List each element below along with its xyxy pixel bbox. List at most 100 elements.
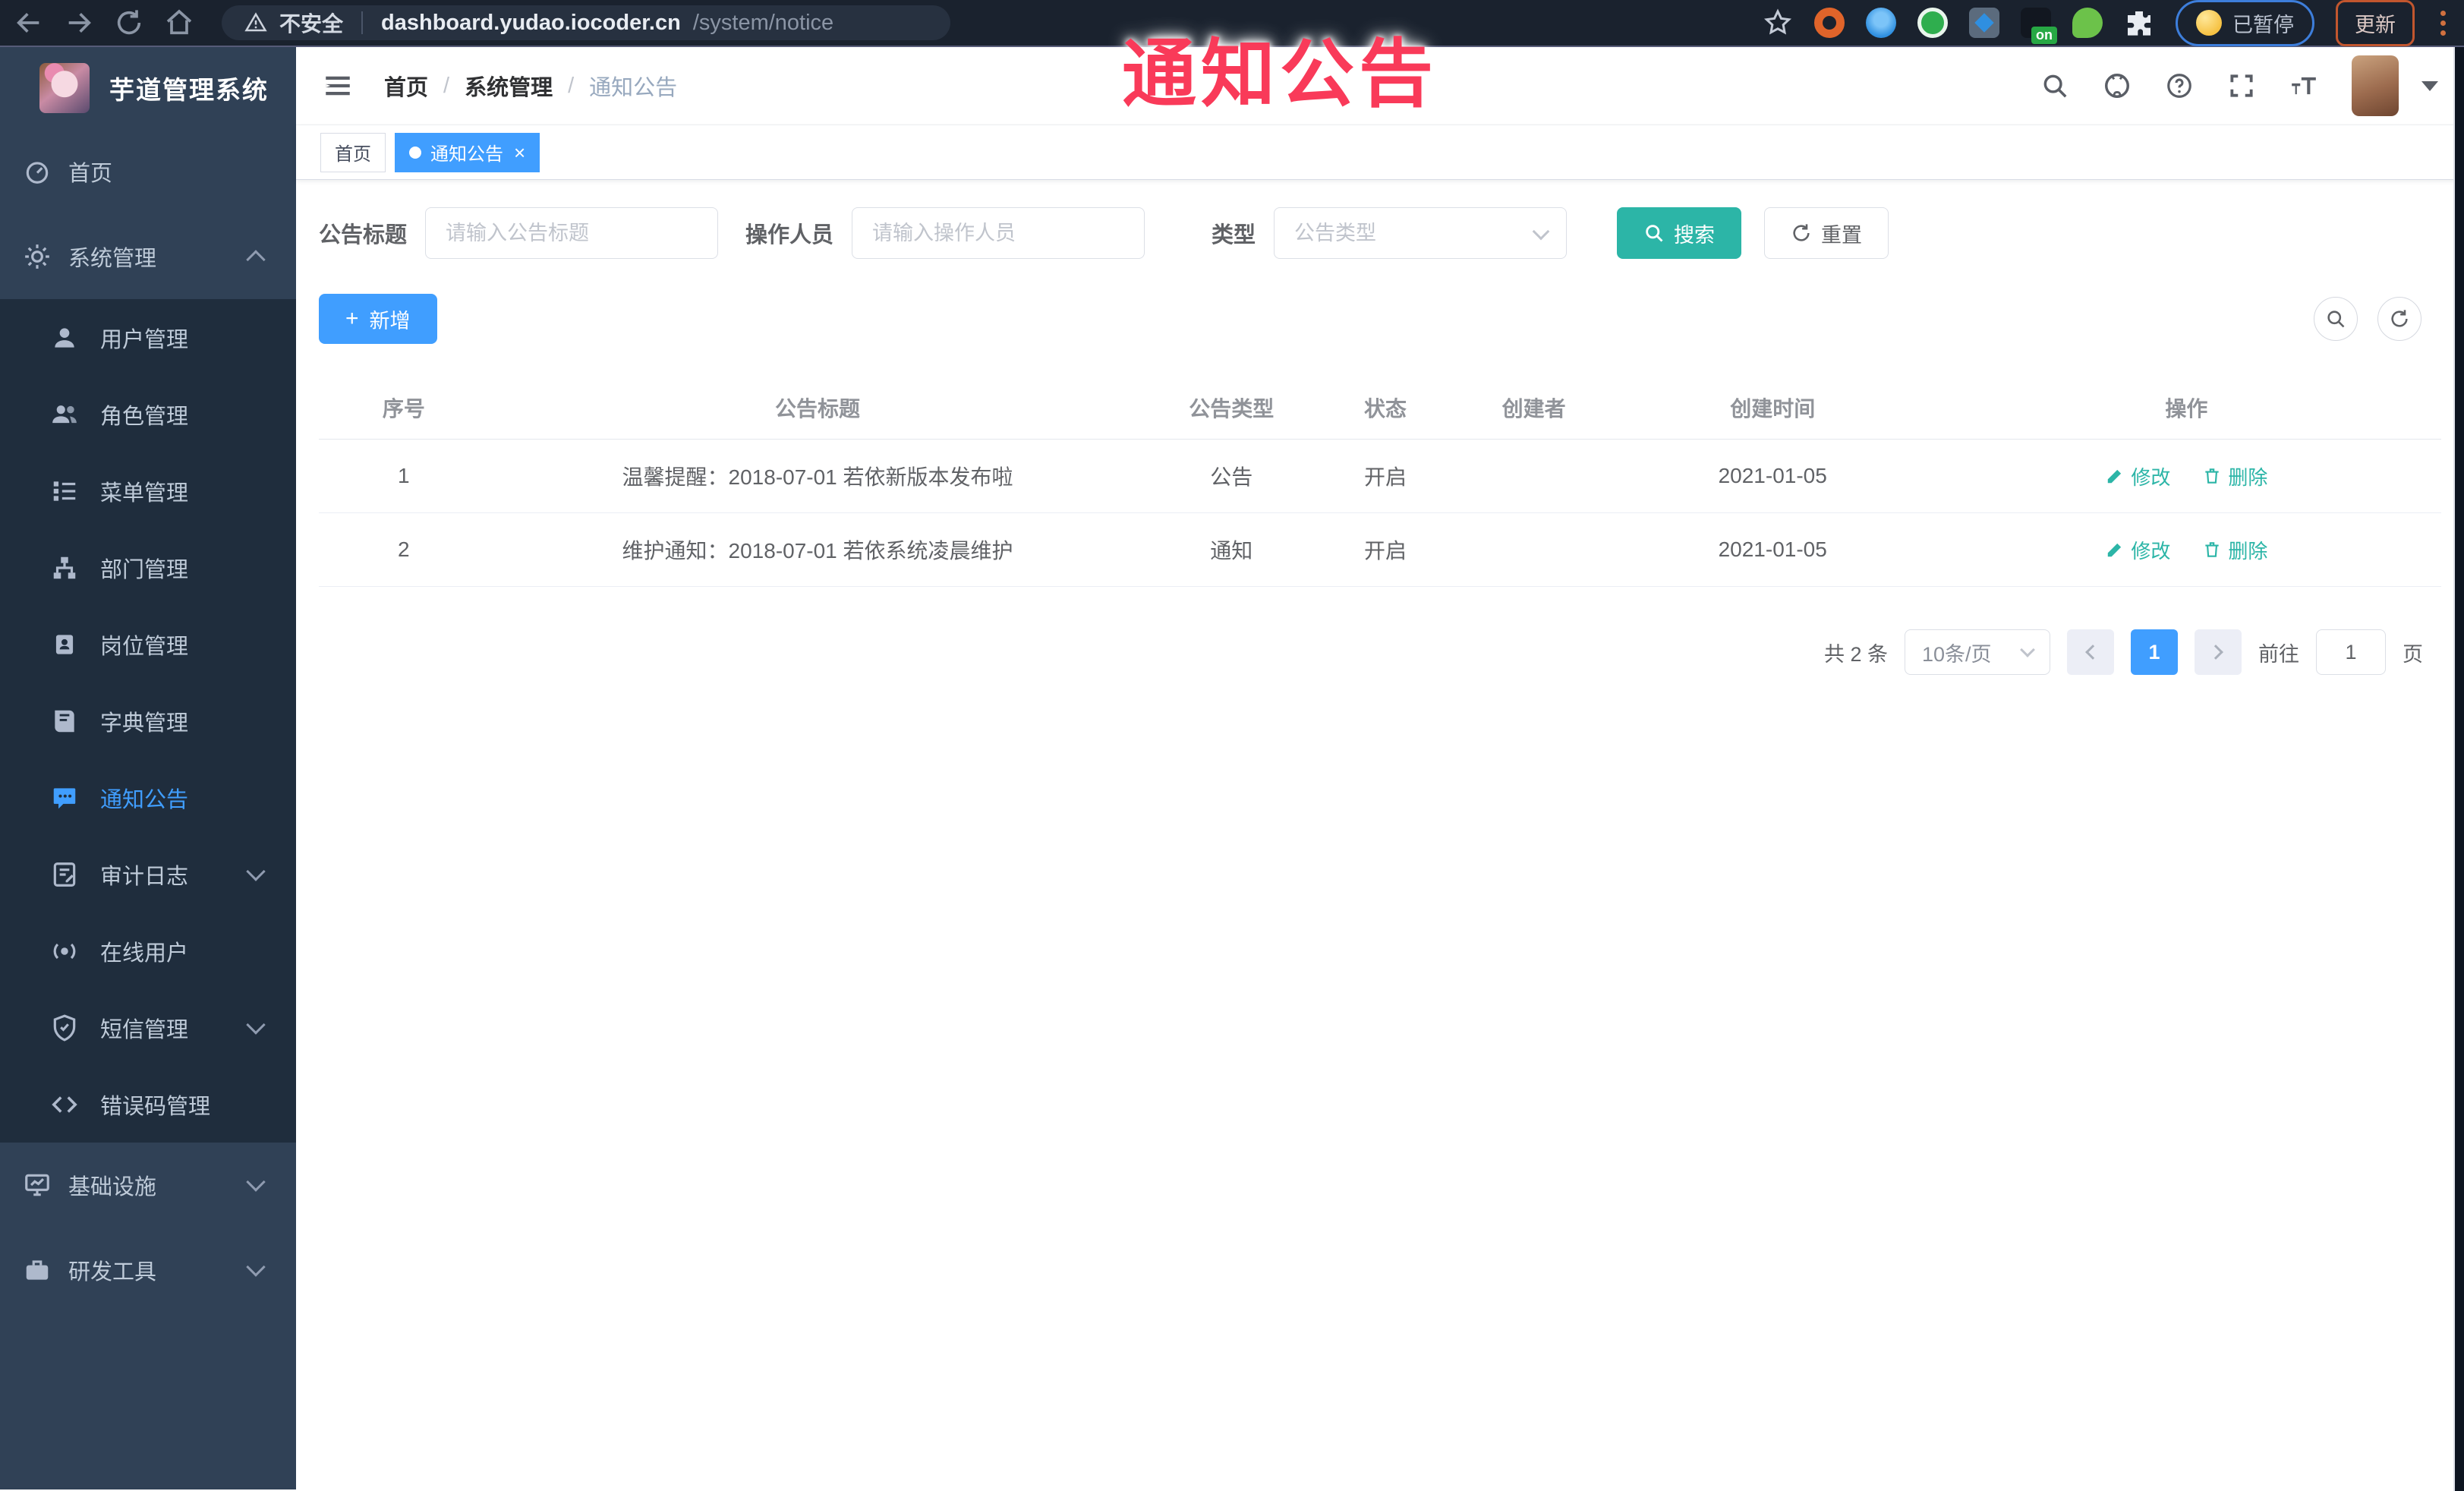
notice-type-select[interactable] bbox=[1274, 207, 1568, 259]
address-divider bbox=[361, 11, 364, 34]
extension-sprout-icon[interactable] bbox=[2072, 8, 2103, 38]
warning-icon bbox=[244, 12, 267, 32]
search-icon[interactable] bbox=[2040, 71, 2069, 100]
message-icon bbox=[50, 783, 79, 812]
page-size-label: 10条/页 bbox=[1922, 642, 1992, 666]
forward-icon[interactable] bbox=[64, 8, 94, 38]
filter-title-group: 公告标题 bbox=[319, 207, 719, 259]
goto-page-input[interactable] bbox=[2316, 629, 2386, 675]
refresh-button[interactable] bbox=[2377, 297, 2421, 341]
chevron-up-icon bbox=[246, 250, 266, 270]
app-logo-row[interactable]: 芋道管理系统 bbox=[0, 47, 296, 129]
emoji-avatar-icon bbox=[2196, 10, 2222, 36]
hamburger-icon[interactable] bbox=[322, 70, 354, 102]
back-icon[interactable] bbox=[14, 8, 44, 38]
sidebar-item-label: 研发工具 bbox=[68, 1260, 157, 1285]
github-icon[interactable] bbox=[2103, 71, 2132, 100]
goto-label: 前往 bbox=[2258, 642, 2299, 666]
extension-blue-icon[interactable] bbox=[1866, 8, 1896, 38]
sidebar-item-error-codes[interactable]: 错误码管理 bbox=[0, 1066, 296, 1143]
sidebar-item-label: 通知公告 bbox=[100, 787, 189, 812]
update-button[interactable]: 更新 bbox=[2336, 0, 2415, 46]
extension-green-icon[interactable] bbox=[1917, 8, 1948, 38]
cell-created: 2021-01-05 bbox=[1718, 537, 1827, 561]
breadcrumb-system[interactable]: 系统管理 bbox=[465, 70, 553, 102]
sidebar-item-roles[interactable]: 角色管理 bbox=[0, 376, 296, 452]
page-size-select[interactable]: 10条/页 bbox=[1905, 629, 2050, 675]
sidebar-item-infrastructure[interactable]: 基础设施 bbox=[0, 1143, 296, 1228]
filter-type-group: 类型 bbox=[1212, 207, 1568, 259]
sidebar-item-sms[interactable]: 短信管理 bbox=[0, 989, 296, 1066]
sidebar-item-online-users[interactable]: 在线用户 bbox=[0, 913, 296, 989]
extension-dark-icon[interactable]: on bbox=[2021, 8, 2057, 44]
window-scrollbar[interactable] bbox=[2453, 47, 2464, 1491]
tab-home[interactable]: 首页 bbox=[320, 132, 386, 172]
sidebar-item-audit-log[interactable]: 审计日志 bbox=[0, 836, 296, 913]
chevron-down-icon bbox=[246, 1257, 266, 1277]
page-number-1[interactable]: 1 bbox=[2131, 629, 2178, 675]
kebab-menu-icon[interactable] bbox=[2436, 10, 2450, 36]
page-content: 公告标题 操作人员 类型 bbox=[296, 180, 2464, 1489]
address-bar[interactable]: 不安全 dashboard.yudao.iocoder.cn/system/no… bbox=[222, 5, 950, 40]
notice-type-select-input[interactable] bbox=[1274, 207, 1568, 259]
users-icon bbox=[50, 400, 79, 429]
caret-down-icon[interactable] bbox=[2421, 80, 2438, 91]
sidebar-item-label: 菜单管理 bbox=[100, 481, 189, 506]
star-icon[interactable] bbox=[1763, 8, 1793, 38]
col-title: 公告标题 bbox=[775, 396, 861, 421]
delete-link[interactable]: 删除 bbox=[2202, 536, 2267, 564]
search-button[interactable]: 搜索 bbox=[1617, 207, 1742, 259]
fullscreen-icon[interactable] bbox=[2227, 71, 2256, 100]
security-label[interactable]: 不安全 bbox=[279, 8, 343, 38]
cell-type: 通知 bbox=[1210, 539, 1253, 563]
edit-link[interactable]: 修改 bbox=[2105, 536, 2170, 564]
avatar[interactable] bbox=[2352, 55, 2399, 116]
filter-title-label: 公告标题 bbox=[319, 223, 408, 247]
app-window: 芋道管理系统 首页 系统管理 用户管理 角色管理 菜单管理 部门管理 岗位管理 … bbox=[0, 47, 2464, 1489]
table-row: 1 温馨提醒：2018-07-01 若依新版本发布啦 公告 开启 2021-01… bbox=[319, 440, 2441, 513]
refresh-icon bbox=[2391, 310, 2408, 327]
col-created: 创建时间 bbox=[1730, 396, 1816, 421]
sidebar-item-dev-tools[interactable]: 研发工具 bbox=[0, 1228, 296, 1313]
font-size-icon[interactable] bbox=[2289, 71, 2318, 100]
sidebar-item-label: 系统管理 bbox=[68, 247, 157, 271]
cell-created: 2021-01-05 bbox=[1718, 464, 1827, 487]
url-host[interactable]: dashboard.yudao.iocoder.cn bbox=[381, 11, 681, 36]
next-page-button[interactable] bbox=[2195, 629, 2242, 675]
table-header-row: 序号 公告标题 公告类型 状态 创建者 创建时间 操作 bbox=[319, 376, 2441, 440]
sidebar-item-system[interactable]: 系统管理 bbox=[0, 214, 296, 299]
add-button[interactable]: 新增 bbox=[319, 294, 437, 344]
reset-button[interactable]: 重置 bbox=[1764, 207, 1889, 259]
page-unit-label: 页 bbox=[2403, 642, 2423, 666]
sidebar-item-users[interactable]: 用户管理 bbox=[0, 299, 296, 376]
notice-title-input[interactable] bbox=[425, 207, 719, 259]
sidebar-submenu-system: 用户管理 角色管理 菜单管理 部门管理 岗位管理 字典管理 通知公告 审计日志 … bbox=[0, 299, 296, 1143]
profile-paused-pill[interactable]: 已暂停 bbox=[2176, 0, 2314, 46]
active-dot-icon bbox=[409, 146, 421, 159]
toggle-search-button[interactable] bbox=[2314, 297, 2358, 341]
prev-page-button[interactable] bbox=[2067, 629, 2114, 675]
help-icon[interactable] bbox=[2165, 71, 2194, 100]
extension-orange-icon[interactable] bbox=[1814, 8, 1845, 38]
sidebar-item-posts[interactable]: 岗位管理 bbox=[0, 606, 296, 682]
sidebar-item-home[interactable]: 首页 bbox=[0, 129, 296, 214]
online-user-icon bbox=[50, 937, 79, 966]
sidebar-item-dict[interactable]: 字典管理 bbox=[0, 682, 296, 759]
close-icon[interactable] bbox=[514, 143, 525, 162]
breadcrumb-home[interactable]: 首页 bbox=[384, 70, 428, 102]
sidebar-item-menus[interactable]: 菜单管理 bbox=[0, 452, 296, 529]
edit-link[interactable]: 修改 bbox=[2105, 462, 2170, 490]
extension-diamond-icon[interactable] bbox=[1969, 8, 1999, 38]
reload-icon[interactable] bbox=[114, 8, 144, 38]
sidebar-item-departments[interactable]: 部门管理 bbox=[0, 529, 296, 606]
cell-type: 公告 bbox=[1210, 465, 1253, 489]
sidebar-item-notice[interactable]: 通知公告 bbox=[0, 759, 296, 836]
operator-input[interactable] bbox=[852, 207, 1145, 259]
search-icon bbox=[1646, 225, 1663, 242]
breadcrumb: 首页 系统管理 通知公告 bbox=[384, 70, 677, 102]
tab-notice[interactable]: 通知公告 bbox=[395, 132, 540, 172]
add-button-label: 新增 bbox=[369, 309, 411, 333]
home-icon[interactable] bbox=[164, 8, 194, 38]
delete-link[interactable]: 删除 bbox=[2202, 462, 2267, 490]
extensions-puzzle-icon[interactable] bbox=[2124, 8, 2154, 38]
